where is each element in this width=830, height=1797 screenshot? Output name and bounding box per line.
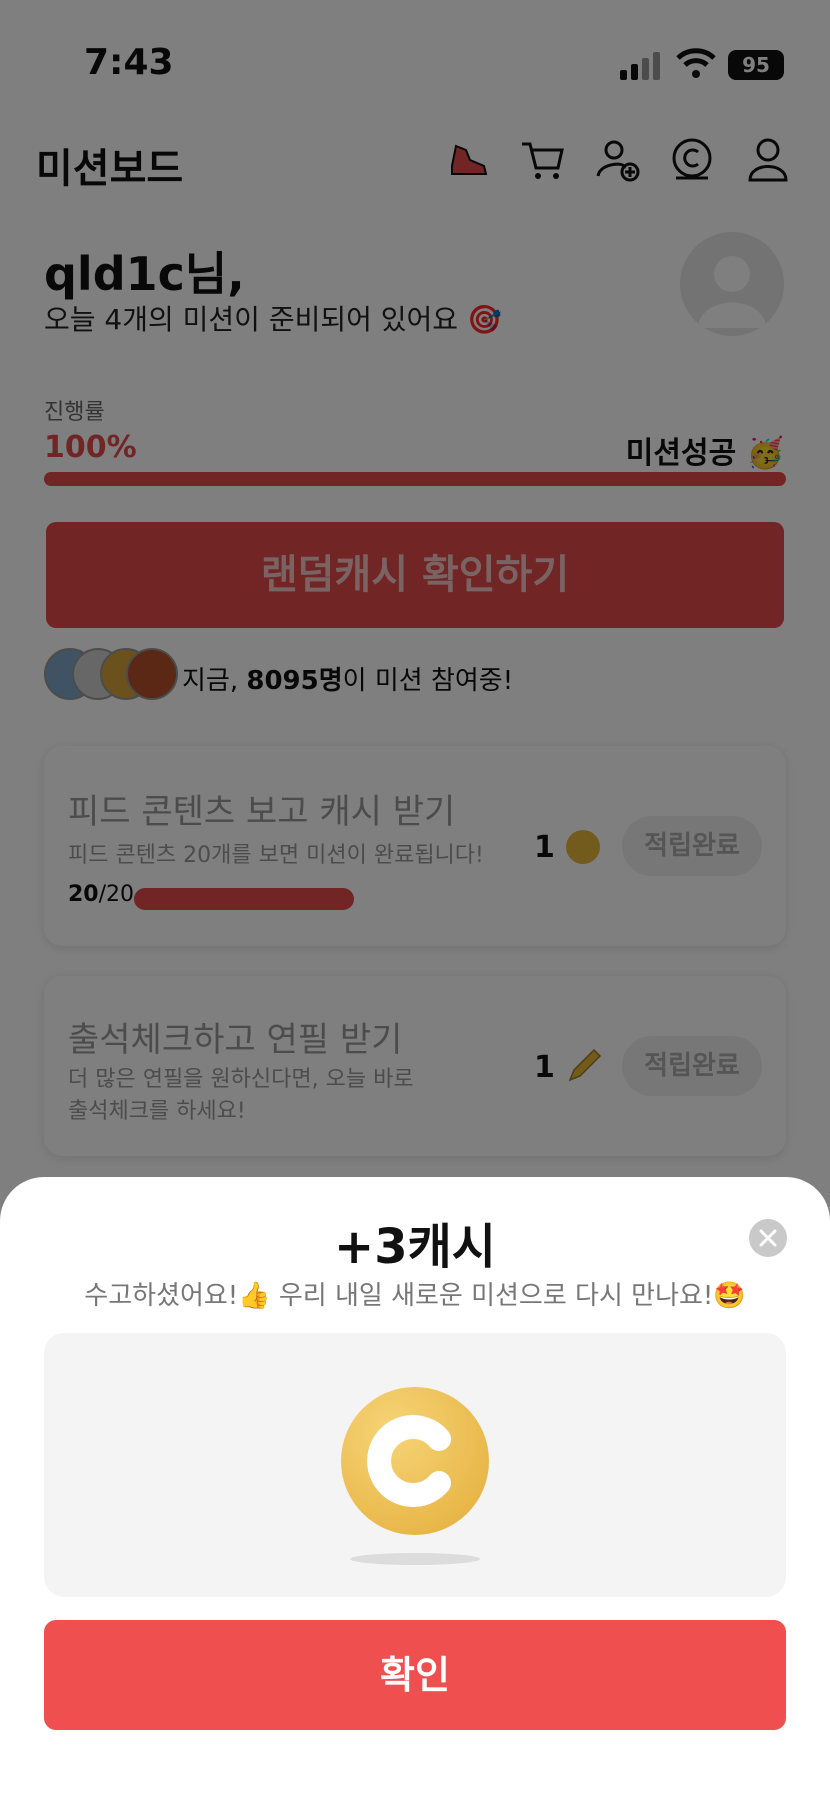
reward-illustration	[44, 1333, 786, 1597]
close-button[interactable]	[749, 1219, 787, 1257]
reward-bottom-sheet: +3캐시 수고하셨어요!👍 우리 내일 새로운 미션으로 다시 만나요!🤩 확인	[0, 1177, 830, 1797]
close-icon	[759, 1229, 777, 1247]
confirm-button[interactable]: 확인	[44, 1620, 786, 1730]
sheet-title: +3캐시	[334, 1219, 496, 1275]
coin-shadow	[350, 1553, 480, 1565]
sheet-subtitle: 수고하셨어요!👍 우리 내일 새로운 미션으로 다시 만나요!🤩	[84, 1281, 746, 1311]
coin-icon	[341, 1387, 489, 1535]
